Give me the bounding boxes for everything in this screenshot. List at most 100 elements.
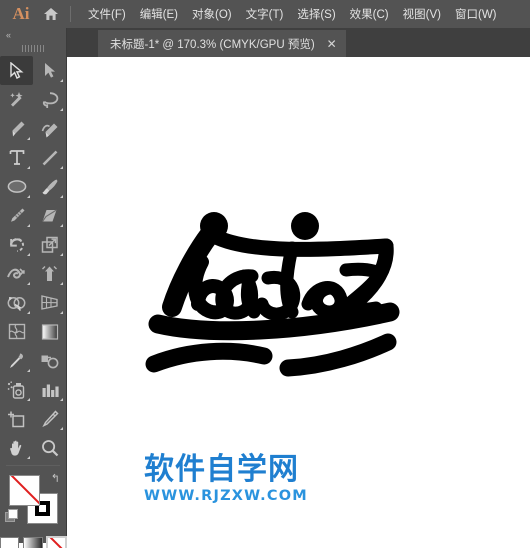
color-button[interactable]	[0, 537, 20, 548]
watermark-chinese: 软件自学网	[144, 452, 299, 487]
slice-tool[interactable]	[33, 404, 66, 433]
gradient-button[interactable]	[23, 537, 43, 548]
tool-flyout-indicator	[27, 195, 30, 198]
tool-row	[0, 56, 66, 85]
tools-panel-header: «	[0, 28, 66, 42]
ai-logo: Ai	[12, 4, 30, 23]
menu-window[interactable]: 窗口(W)	[448, 2, 504, 26]
menu-object[interactable]: 对象(O)	[185, 2, 239, 26]
fill-stroke-controls: ↰	[0, 471, 66, 533]
tool-flyout-indicator	[27, 398, 30, 401]
line-segment-tool[interactable]	[33, 143, 66, 172]
tool-flyout-indicator	[60, 79, 63, 82]
tool-row	[0, 172, 66, 201]
artboard-tool[interactable]	[0, 404, 33, 433]
tool-flyout-indicator	[27, 224, 30, 227]
free-transform-tool[interactable]	[33, 259, 66, 288]
document-tab-bar: 未标题-1* @ 170.3% (CMYK/GPU 预览) ✕	[0, 28, 530, 57]
tool-flyout-indicator	[27, 369, 30, 372]
document-tab-label: 未标题-1* @ 170.3% (CMYK/GPU 预览)	[110, 38, 315, 51]
tool-flyout-indicator	[27, 282, 30, 285]
watermark: 软件自学网 WWW.RJZXW.COM	[144, 452, 308, 505]
menu-bar: Ai 文件(F) 编辑(E) 对象(O) 文字(T) 选择(S) 效果(C) 视…	[0, 0, 530, 28]
tool-row	[0, 346, 66, 375]
canvas-area[interactable]: 软件自学网 WWW.RJZXW.COM	[68, 57, 530, 548]
tool-flyout-indicator	[60, 282, 63, 285]
tool-row	[0, 259, 66, 288]
column-graph-tool[interactable]	[33, 375, 66, 404]
none-slash-icon	[10, 476, 39, 505]
tool-row	[0, 85, 66, 114]
tool-flyout-indicator	[60, 253, 63, 256]
tool-row	[0, 317, 66, 346]
watermark-url: WWW.RJZXW.COM	[144, 488, 308, 504]
menu-file[interactable]: 文件(F)	[81, 2, 133, 26]
eraser-tool[interactable]	[33, 201, 66, 230]
illustrator-window: Ai 文件(F) 编辑(E) 对象(O) 文字(T) 选择(S) 效果(C) 视…	[0, 0, 530, 548]
shaper-tool[interactable]	[0, 201, 33, 230]
tool-flyout-indicator	[60, 166, 63, 169]
swap-fill-stroke-icon[interactable]: ↰	[51, 472, 60, 485]
shape-builder-tool[interactable]	[0, 288, 33, 317]
perspective-grid-tool[interactable]	[33, 288, 66, 317]
tool-flyout-indicator	[60, 398, 63, 401]
zoom-tool[interactable]	[33, 433, 66, 462]
home-icon[interactable]	[40, 3, 62, 25]
toolbar-divider	[6, 465, 60, 466]
gradient-tool[interactable]	[33, 317, 66, 346]
direct-selection-tool[interactable]	[33, 56, 66, 85]
tool-flyout-indicator	[27, 456, 30, 459]
tool-flyout-indicator	[27, 137, 30, 140]
panel-drag-handle[interactable]	[0, 42, 66, 54]
tool-list	[0, 54, 66, 462]
hand-tool[interactable]	[0, 433, 33, 462]
tool-row	[0, 143, 66, 172]
lasso-tool[interactable]	[33, 85, 66, 114]
eyedropper-tool[interactable]	[0, 346, 33, 375]
fill-swatch[interactable]	[9, 475, 40, 506]
blend-tool[interactable]	[33, 346, 66, 375]
tool-flyout-indicator	[60, 195, 63, 198]
tab-strip: 未标题-1* @ 170.3% (CMYK/GPU 预览) ✕	[70, 28, 530, 57]
ellipse-tool[interactable]	[0, 172, 33, 201]
close-icon[interactable]: ✕	[327, 38, 337, 50]
tool-flyout-indicator	[27, 253, 30, 256]
menu-select[interactable]: 选择(S)	[290, 2, 342, 26]
rotate-tool[interactable]	[0, 230, 33, 259]
tool-flyout-indicator	[60, 108, 63, 111]
tool-row	[0, 201, 66, 230]
magic-wand-tool[interactable]	[0, 85, 33, 114]
document-tab-untitled-1[interactable]: 未标题-1* @ 170.3% (CMYK/GPU 预览) ✕	[98, 30, 346, 57]
scale-tool[interactable]	[33, 230, 66, 259]
menu-divider	[70, 6, 71, 22]
none-button[interactable]	[45, 536, 68, 548]
selection-tool[interactable]	[0, 56, 33, 85]
mesh-tool[interactable]	[0, 317, 33, 346]
collapse-panel-icon[interactable]: «	[6, 30, 11, 40]
symbol-sprayer-tool[interactable]	[0, 375, 33, 404]
tool-flyout-indicator	[60, 224, 63, 227]
width-tool[interactable]	[0, 259, 33, 288]
tool-flyout-indicator	[27, 166, 30, 169]
tool-row	[0, 288, 66, 317]
type-tool[interactable]	[0, 143, 33, 172]
pen-tool[interactable]	[0, 114, 33, 143]
calligraphic-rowing-artwork[interactable]	[140, 204, 410, 384]
tool-row	[0, 404, 66, 433]
tool-flyout-indicator	[27, 311, 30, 314]
tool-row	[0, 433, 66, 462]
tool-flyout-indicator	[60, 311, 63, 314]
menu-effect[interactable]: 效果(C)	[343, 2, 396, 26]
menu-type[interactable]: 文字(T)	[239, 2, 291, 26]
paintbrush-tool[interactable]	[33, 172, 66, 201]
tools-panel: « ↰	[0, 28, 68, 548]
tool-row	[0, 375, 66, 404]
color-mode-buttons	[0, 536, 68, 548]
menu-item-list: 文件(F) 编辑(E) 对象(O) 文字(T) 选择(S) 效果(C) 视图(V…	[81, 2, 504, 26]
curvature-tool[interactable]	[33, 114, 66, 143]
tool-row	[0, 230, 66, 259]
menu-view[interactable]: 视图(V)	[396, 2, 448, 26]
tool-flyout-indicator	[60, 427, 63, 430]
tool-row	[0, 114, 66, 143]
menu-edit[interactable]: 编辑(E)	[133, 2, 185, 26]
